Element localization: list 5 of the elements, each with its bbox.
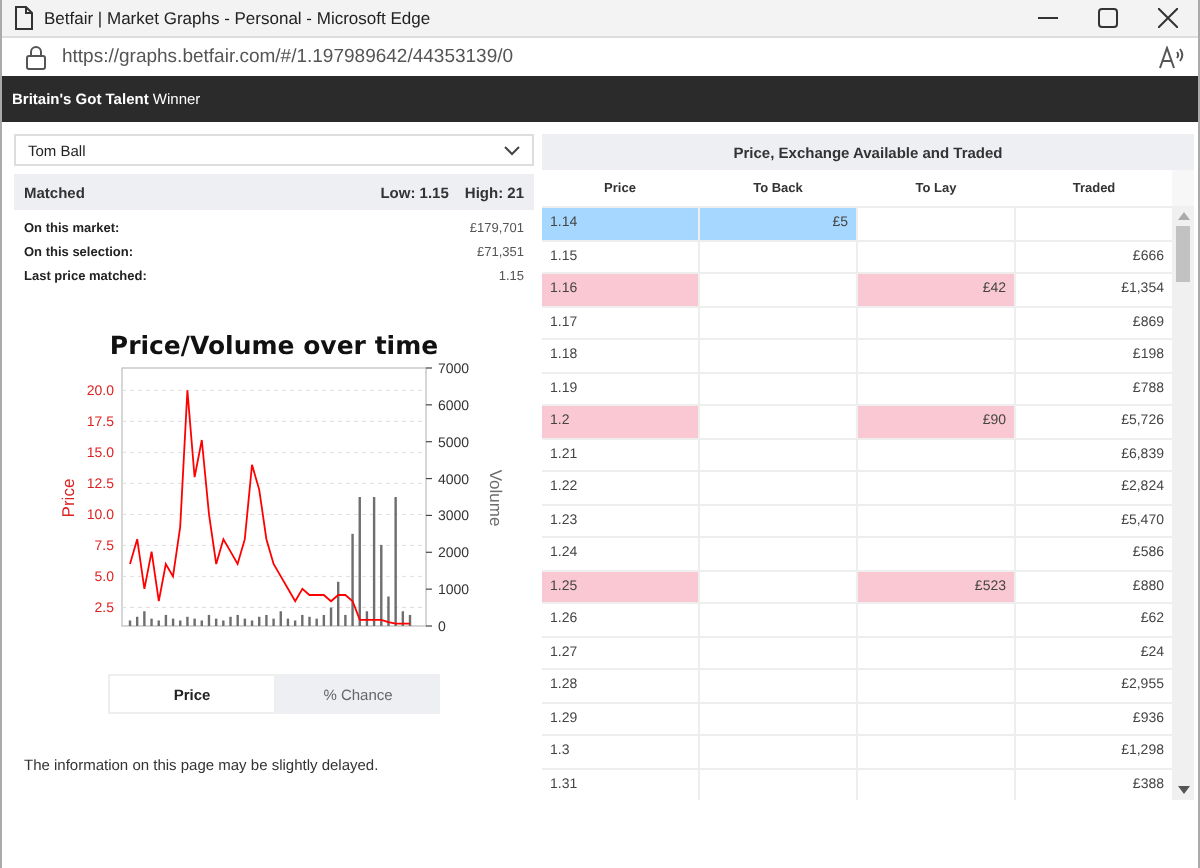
axis-title: Price	[58, 478, 78, 518]
window-title: Betfair | Market Graphs - Personal - Microsoft Edge	[44, 8, 433, 28]
chart-title: Price/Volume over time	[109, 330, 439, 360]
axis-title: Volume	[486, 469, 506, 527]
address-field[interactable]: https://graphs.betfair.com/#/1.197989642/44353139/0	[62, 46, 1142, 68]
